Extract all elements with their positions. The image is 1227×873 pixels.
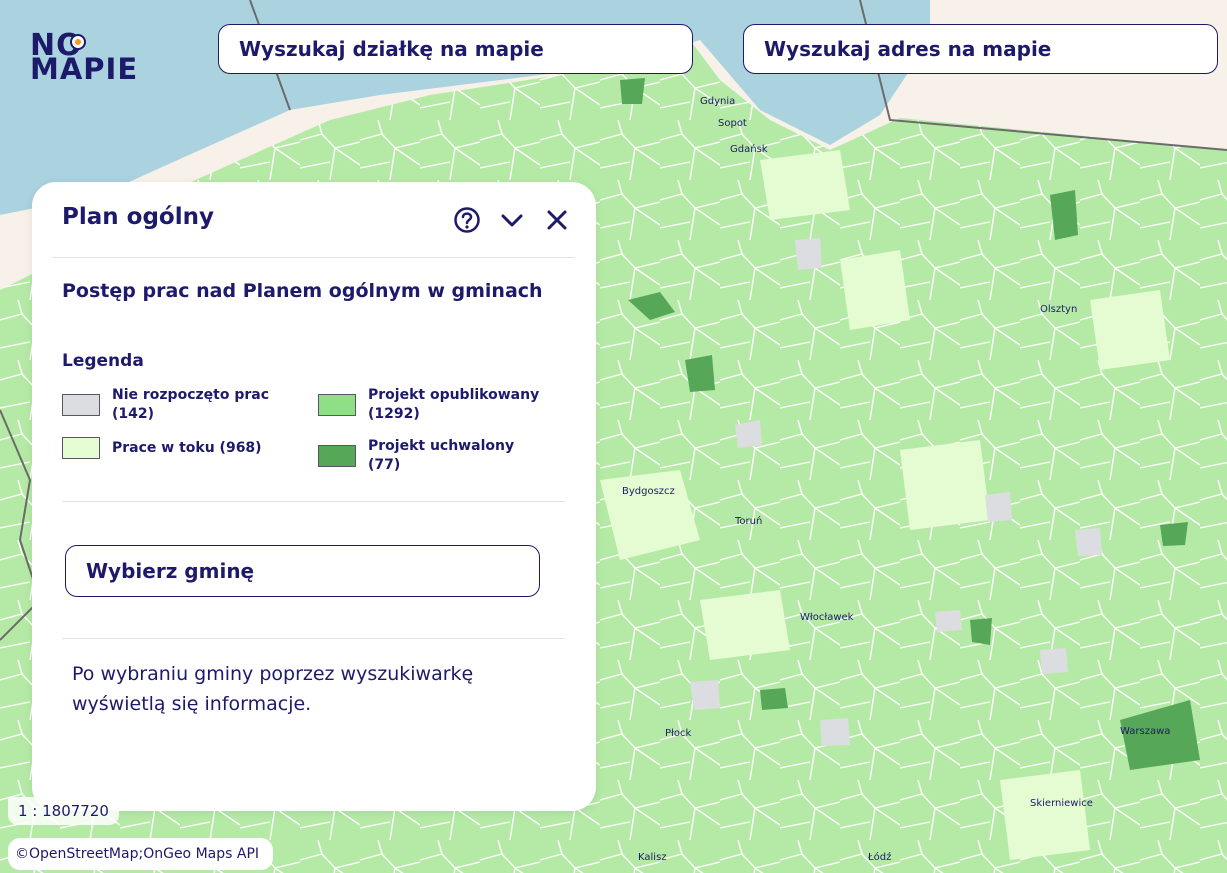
osm-attribution-link[interactable]: ©OpenStreetMap	[15, 846, 138, 862]
label-plock: Płock	[665, 728, 691, 739]
logo-pin-icon	[70, 34, 86, 50]
plan-panel: Plan ogólny Postęp prac nad Planem ogóln…	[32, 182, 596, 811]
close-icon[interactable]	[543, 206, 571, 234]
chevron-down-icon[interactable]	[498, 206, 526, 234]
label-torun: Toruń	[734, 515, 762, 527]
ongeo-attribution-link[interactable]: OnGeo Maps API	[143, 846, 259, 862]
app-logo[interactable]: NO MAPIE	[30, 28, 170, 86]
legend-swatch	[318, 394, 356, 416]
legend-item-not-started: Nie rozpoczęto prac (142)	[62, 386, 287, 424]
legend-swatch	[318, 445, 356, 467]
logo-text-mapie: MAPIE	[30, 52, 139, 86]
parcel-search-input[interactable]: Wyszukaj działkę na mapie	[218, 24, 693, 74]
legend-divider	[62, 501, 565, 502]
map-attribution: ©OpenStreetMap; OnGeo Maps API	[8, 838, 274, 870]
legend-label: Prace w toku (968)	[112, 439, 262, 456]
address-search-input[interactable]: Wyszukaj adres na mapie	[743, 24, 1218, 74]
legend-label: Projekt uchwalony (77)	[368, 438, 515, 473]
label-sopot: Sopot	[718, 118, 747, 129]
legend-label: Nie rozpoczęto prac (142)	[112, 387, 269, 422]
help-icon[interactable]	[453, 206, 481, 234]
label-warszawa: Warszawa	[1120, 726, 1170, 737]
address-search-placeholder: Wyszukaj adres na mapie	[764, 37, 1052, 61]
header-divider	[52, 257, 575, 258]
gmina-select-placeholder: Wybierz gminę	[86, 559, 255, 583]
parcel-search-placeholder: Wyszukaj działkę na mapie	[239, 37, 544, 61]
legend-label: Projekt opublikowany (1292)	[368, 387, 540, 422]
legend-swatch	[62, 437, 100, 459]
info-text: Po wybraniu gminy poprzez wyszukiwarkę w…	[72, 663, 474, 715]
label-skierniewice: Skierniewice	[1030, 798, 1093, 809]
label-wloclawek: Włocławek	[800, 612, 854, 623]
gmina-select[interactable]: Wybierz gminę	[65, 545, 540, 597]
panel-subtitle: Postęp prac nad Planem ogólnym w gminach	[62, 280, 543, 302]
legend-item-in-progress: Prace w toku (968)	[62, 437, 287, 459]
legend-swatch	[62, 394, 100, 416]
legend-item-adopted: Projekt uchwalony (77)	[318, 437, 543, 475]
select-divider	[62, 638, 565, 639]
label-gdansk: Gdańsk	[730, 143, 768, 155]
label-kalisz: Kalisz	[638, 852, 667, 863]
legend-title: Legenda	[62, 351, 144, 371]
label-lodz: Łódź	[867, 851, 891, 863]
legend-item-published: Projekt opublikowany (1292)	[318, 386, 543, 424]
label-olsztyn: Olsztyn	[1040, 304, 1077, 315]
label-gdynia: Gdynia	[700, 96, 735, 107]
label-bydgoszcz: Bydgoszcz	[622, 486, 675, 497]
map-scale: 1 : 1807720	[8, 797, 119, 825]
panel-title: Plan ogólny	[62, 204, 214, 230]
